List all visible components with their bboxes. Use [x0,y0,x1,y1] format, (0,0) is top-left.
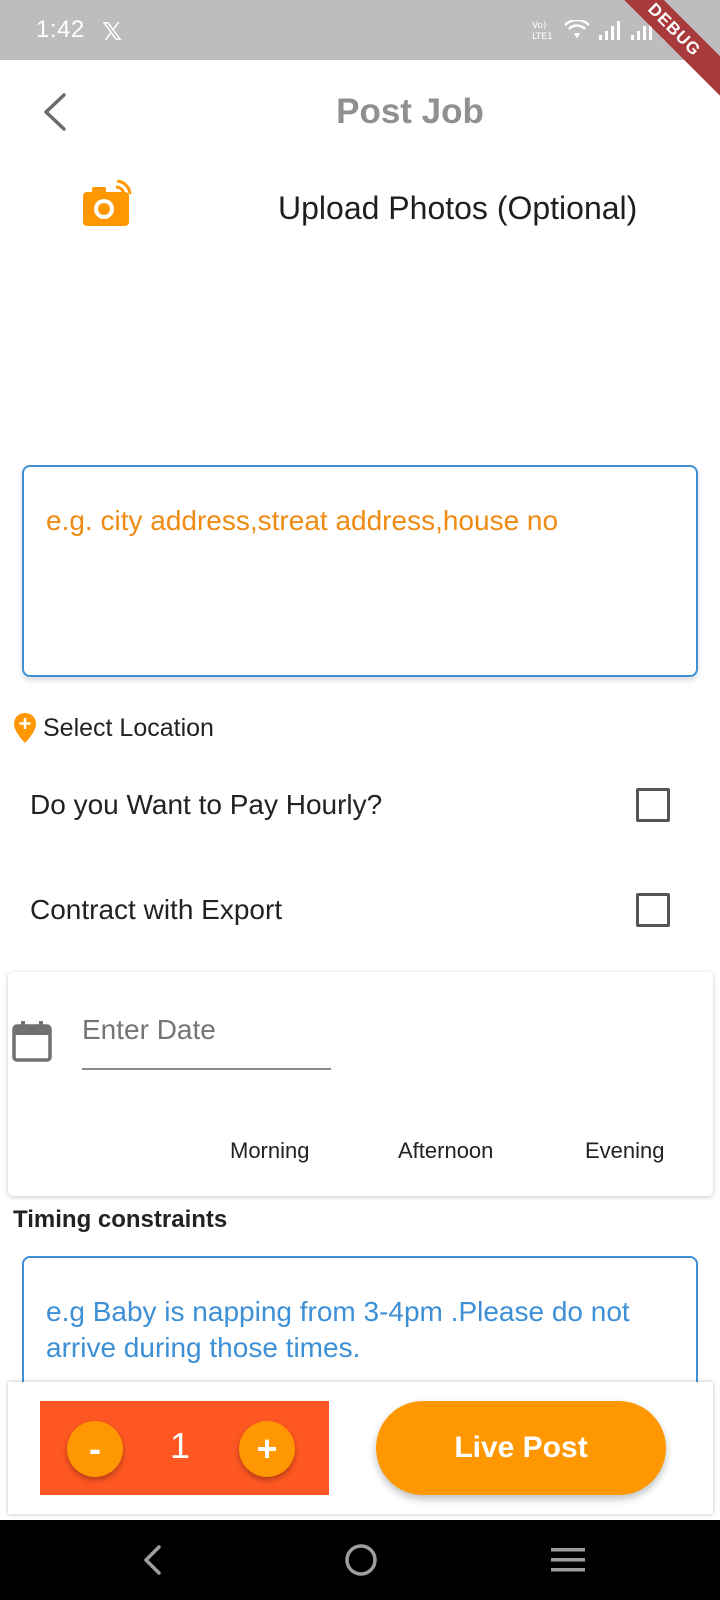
quantity-value: 1 [169,1425,191,1466]
address-input[interactable]: e.g. city address,streat address,house n… [22,465,698,677]
x-logo-icon: 𝕏 [102,18,123,46]
status-bar: 1:42 𝕏 Vo) LTE1 DEBUG [0,0,720,104]
svg-text:Vo): Vo) [532,21,546,31]
svg-text:LTE1: LTE1 [532,32,553,41]
bottom-action-bar: - 1 + Live Post [8,1382,713,1514]
increment-button[interactable]: + [239,1421,295,1477]
calendar-icon[interactable] [12,1020,52,1062]
contract-export-row: Contract with Export [30,890,670,930]
upload-photos-button[interactable] [82,179,132,230]
nav-back-icon [144,1545,161,1575]
upload-photos-label[interactable]: Upload Photos (Optional) [278,190,637,227]
contract-export-checkbox[interactable] [636,893,670,927]
page-title: Post Job [336,92,484,131]
select-location-label: Select Location [43,713,214,742]
contract-export-label: Contract with Export [30,894,283,925]
time-option-evening[interactable]: Evening [585,1138,665,1164]
nav-back-button[interactable] [128,1538,176,1582]
live-post-button[interactable]: Live Post [376,1401,666,1495]
time-option-morning[interactable]: Morning [230,1138,309,1164]
status-time: 1:42 [36,16,85,43]
date-placeholder: Enter Date [82,1014,216,1045]
wifi-icon [564,20,590,38]
pay-hourly-label: Do you Want to Pay Hourly? [30,789,383,820]
date-input[interactable]: Enter Date [82,1014,331,1070]
decrement-button[interactable]: - [67,1421,123,1477]
timing-constraints-input[interactable]: e.g Baby is napping from 3-4pm .Please d… [22,1256,698,1396]
timing-constraints-label: Timing constraints [13,1206,228,1233]
pay-hourly-row: Do you Want to Pay Hourly? [30,785,670,825]
nav-home-button[interactable] [337,1538,385,1582]
map-pin-add-icon [14,713,36,743]
camera-icon [83,179,132,226]
select-location-button[interactable]: Select Location [13,710,214,746]
nav-home-icon [345,1544,377,1576]
date-card: Enter Date Morning Afternoon Evening [8,972,713,1196]
quantity-stepper: - 1 + [40,1401,329,1495]
time-option-afternoon[interactable]: Afternoon [398,1138,493,1164]
signal-icon [599,21,620,40]
timing-constraints-placeholder: e.g Baby is napping from 3-4pm .Please d… [46,1296,630,1363]
volte-icon: Vo)LTE1 [532,21,553,41]
pay-hourly-checkbox[interactable] [636,788,670,822]
address-placeholder: e.g. city address,streat address,house n… [46,505,559,536]
nav-menu-button[interactable] [544,1538,592,1582]
system-nav-bar [0,1520,720,1600]
nav-menu-icon [551,1548,585,1572]
